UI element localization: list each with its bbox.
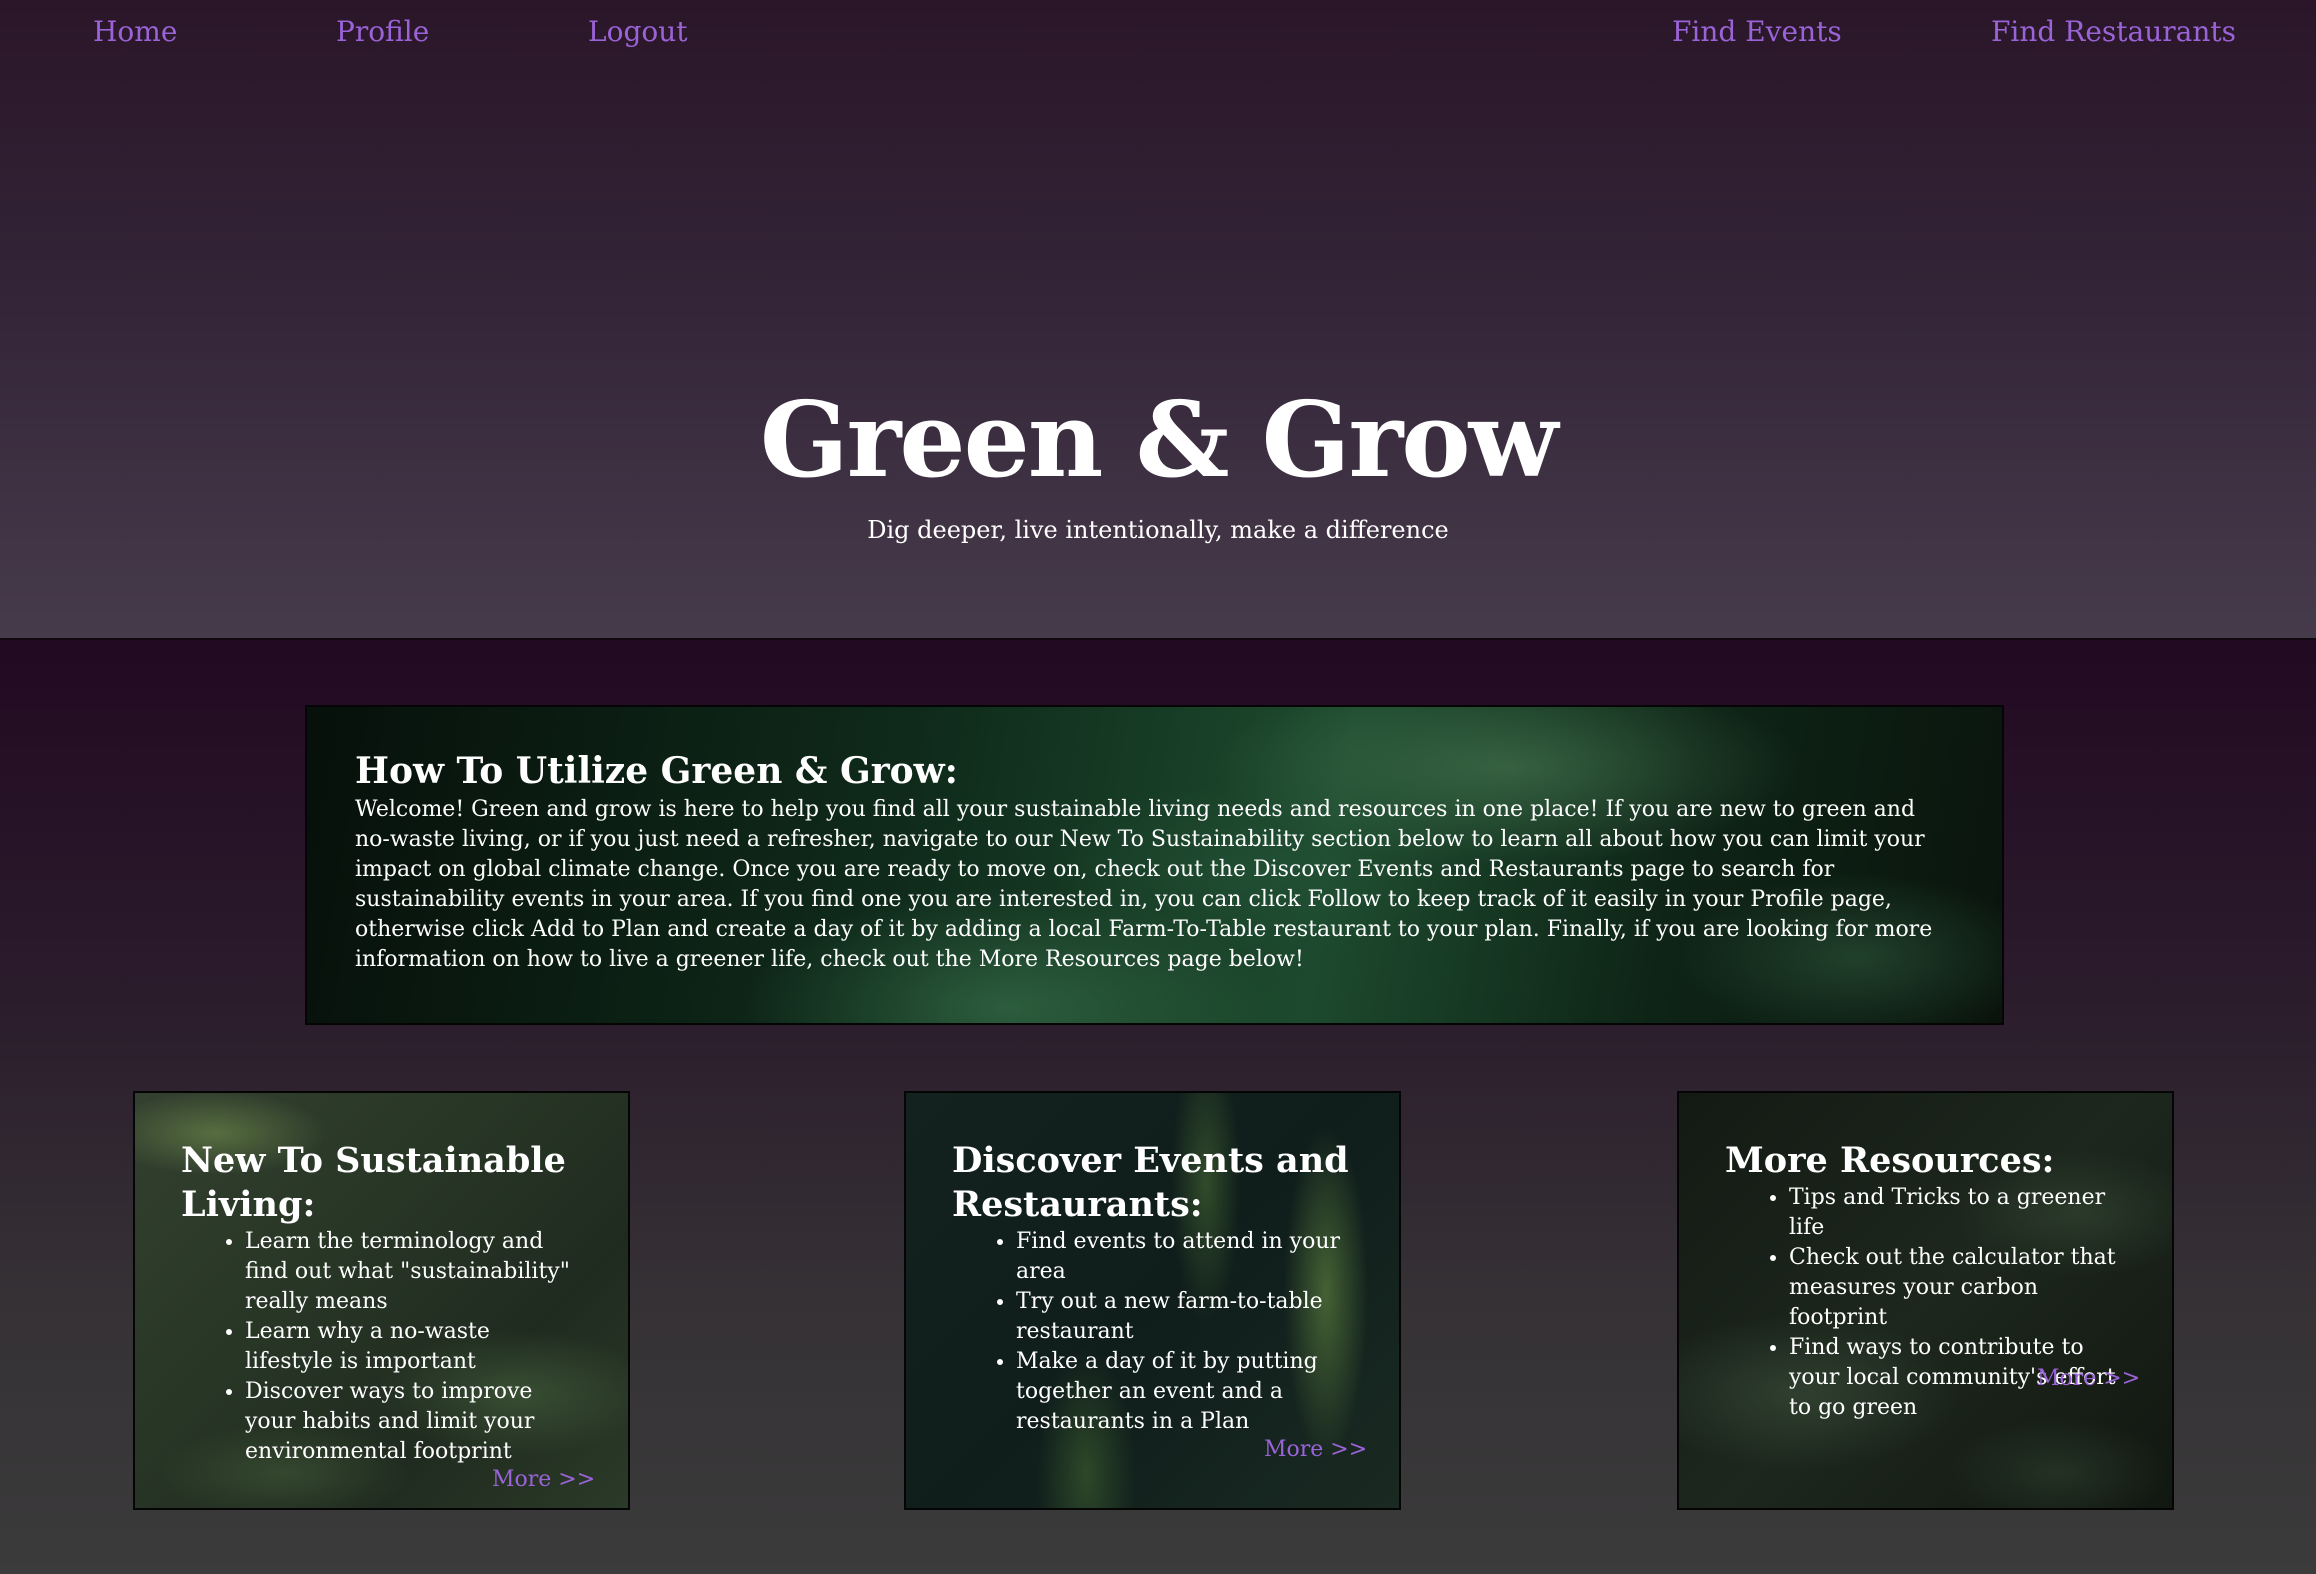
list-item: Learn why a no-waste lifestyle is import… xyxy=(245,1317,582,1377)
list-item: Check out the calculator that measures y… xyxy=(1789,1243,2126,1333)
nav-find-restaurants-link[interactable]: Find Restaurants xyxy=(1991,12,2236,52)
card-list: Find events to attend in your area Try o… xyxy=(952,1227,1353,1437)
card-heading: More Resources: xyxy=(1725,1140,2055,1181)
discover-events-card: Discover Events and Restaurants: Find ev… xyxy=(904,1091,1401,1510)
intro-panel: How To Utilize Green & Grow: Welcome! Gr… xyxy=(305,705,2004,1025)
card-heading: Discover Events and Restaurants: xyxy=(952,1140,1349,1225)
list-item: Make a day of it by putting together an … xyxy=(1016,1347,1353,1437)
list-item: Learn the terminology and find out what … xyxy=(245,1227,582,1317)
nav-logout-link[interactable]: Logout xyxy=(588,12,688,52)
card-heading: New To Sustainable Living: xyxy=(181,1140,566,1225)
intro-body: Welcome! Green and grow is here to help … xyxy=(355,797,1933,972)
more-link[interactable]: More >> xyxy=(1264,1435,1367,1465)
more-link[interactable]: More >> xyxy=(2037,1364,2140,1394)
new-to-sustainable-living-card: New To Sustainable Living: Learn the ter… xyxy=(133,1091,630,1510)
list-item: Try out a new farm-to-table restaurant xyxy=(1016,1287,1353,1347)
intro-heading: How To Utilize Green & Grow: xyxy=(355,750,958,792)
site-title: Green & Grow xyxy=(759,378,1558,501)
site-tagline: Dig deeper, live intentionally, make a d… xyxy=(867,516,1449,544)
list-item: Find events to attend in your area xyxy=(1016,1227,1353,1287)
nav-home-link[interactable]: Home xyxy=(93,12,177,52)
hero-banner: Home Profile Logout Find Events Find Res… xyxy=(0,0,2316,640)
nav-profile-link[interactable]: Profile xyxy=(336,12,429,52)
more-link[interactable]: More >> xyxy=(492,1465,595,1495)
card-list: Learn the terminology and find out what … xyxy=(181,1227,582,1467)
list-item: Discover ways to improve your habits and… xyxy=(245,1377,582,1467)
list-item: Tips and Tricks to a greener life xyxy=(1789,1183,2126,1243)
nav-find-events-link[interactable]: Find Events xyxy=(1672,12,1842,52)
more-resources-card: More Resources: Tips and Tricks to a gre… xyxy=(1677,1091,2174,1510)
